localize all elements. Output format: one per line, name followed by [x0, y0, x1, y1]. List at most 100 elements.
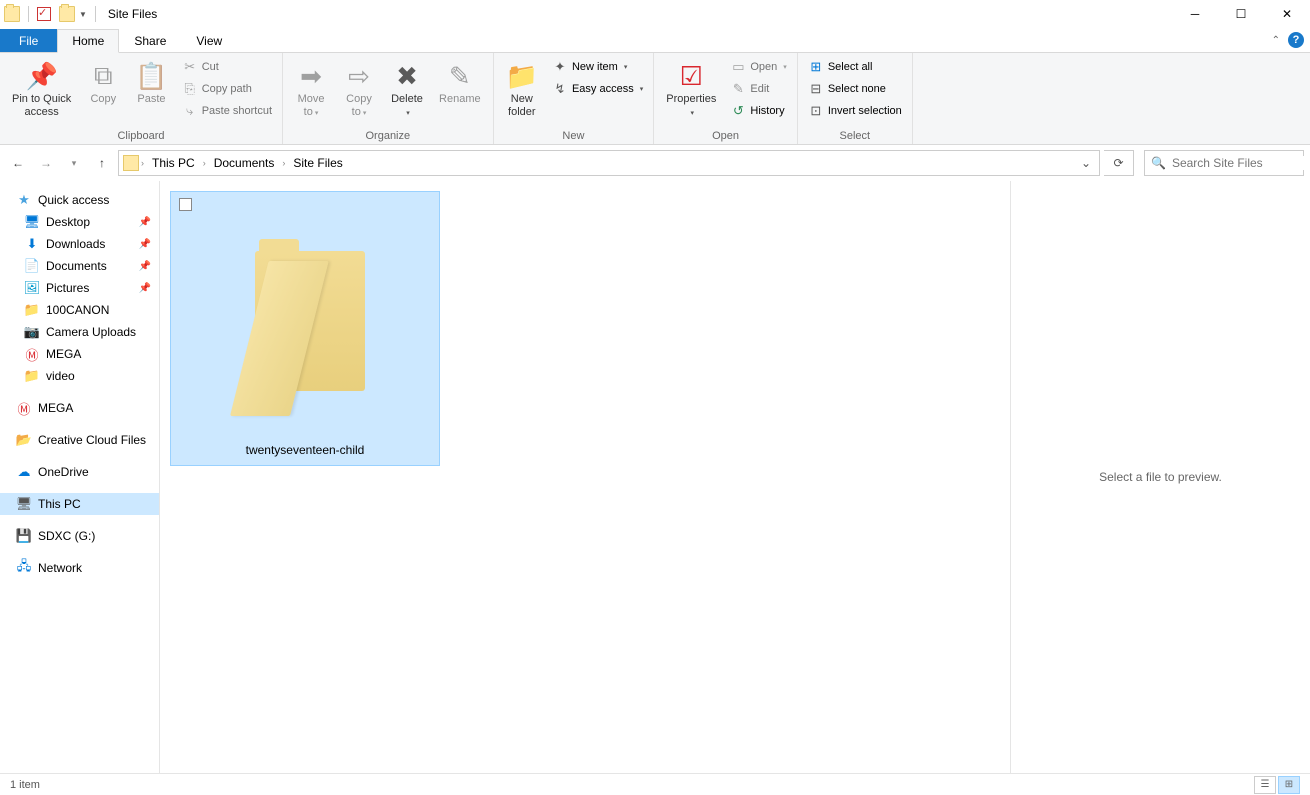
- crumb-sep-icon[interactable]: ›: [203, 158, 206, 168]
- copy-button[interactable]: ⧉ Copy: [81, 57, 125, 108]
- delete-button[interactable]: ✖ Delete▾: [385, 57, 429, 122]
- ribbon-tabs: File Home Share View ⌃ ?: [0, 28, 1310, 53]
- sidebar-pictures[interactable]: 🖼Pictures📌: [0, 277, 159, 299]
- maximize-button[interactable]: ☐: [1218, 0, 1264, 28]
- qat-divider: [28, 6, 29, 22]
- qat-dropdown-icon[interactable]: ▼: [79, 10, 87, 19]
- sidebar-desktop[interactable]: 🖥Desktop📌: [0, 211, 159, 233]
- sidebar-100canon[interactable]: 📁100CANON: [0, 299, 159, 321]
- copy-path-icon: ⎘: [182, 81, 198, 97]
- sidebar-camera-uploads[interactable]: 📷Camera Uploads: [0, 321, 159, 343]
- collapse-ribbon-icon[interactable]: ⌃: [1272, 35, 1280, 46]
- item-checkbox[interactable]: [179, 198, 192, 211]
- navigation-row: ← → ▾ ↑ › This PC › Documents › Site Fil…: [0, 145, 1310, 181]
- recent-locations-button[interactable]: ▾: [62, 151, 86, 175]
- crumb-sep-icon[interactable]: ›: [141, 158, 144, 168]
- copy-path-button[interactable]: ⎘Copy path: [178, 79, 276, 99]
- crumb-sep-icon[interactable]: ›: [282, 158, 285, 168]
- sidebar-video[interactable]: 📁video: [0, 365, 159, 387]
- sidebar-onedrive[interactable]: ☁OneDrive: [0, 461, 159, 483]
- invert-selection-button[interactable]: ⊡Invert selection: [804, 101, 906, 121]
- file-list-pane[interactable]: twentyseventeen-child: [160, 181, 1010, 773]
- desktop-icon: 🖥: [24, 214, 40, 230]
- up-button[interactable]: ↑: [90, 151, 114, 175]
- ribbon-group-organize: ➡ Move to▾ ⇨ Copy to▾ ✖ Delete▾ ✎ Rename…: [283, 53, 494, 144]
- ribbon-group-new: 📁 New folder ✦New item▾ ↯Easy access▾ Ne…: [494, 53, 655, 144]
- pin-icon: 📌: [139, 283, 151, 294]
- properties-qat-icon[interactable]: [37, 7, 51, 21]
- crumb-documents[interactable]: Documents: [208, 154, 281, 172]
- search-input[interactable]: [1172, 156, 1310, 170]
- sidebar-documents[interactable]: 📄Documents📌: [0, 255, 159, 277]
- sidebar-downloads[interactable]: ⬇Downloads📌: [0, 233, 159, 255]
- new-folder-qat-icon[interactable]: [59, 6, 75, 22]
- tab-view[interactable]: View: [181, 29, 237, 52]
- new-folder-button[interactable]: 📁 New folder: [500, 57, 544, 121]
- edit-button[interactable]: ✎Edit: [726, 79, 790, 99]
- forward-button[interactable]: →: [34, 151, 58, 175]
- folder-item[interactable]: twentyseventeen-child: [170, 191, 440, 466]
- sidebar-creative-cloud[interactable]: 📂Creative Cloud Files: [0, 429, 159, 451]
- sidebar-mega[interactable]: ⓂMEGA: [0, 397, 159, 419]
- preview-empty-text: Select a file to preview.: [1099, 470, 1222, 484]
- sidebar-network[interactable]: 🖧Network: [0, 557, 159, 579]
- close-button[interactable]: ✕: [1264, 0, 1310, 28]
- tab-share[interactable]: Share: [119, 29, 181, 52]
- paste-icon: 📋: [135, 59, 167, 93]
- back-button[interactable]: ←: [6, 151, 30, 175]
- open-button[interactable]: ▭Open▾: [726, 57, 790, 77]
- onedrive-icon: ☁: [16, 464, 32, 480]
- copy-icon: ⧉: [94, 59, 113, 93]
- qat-divider-2: [95, 6, 96, 22]
- easy-access-button[interactable]: ↯Easy access▾: [548, 79, 647, 99]
- address-dropdown-icon[interactable]: ⌄: [1077, 154, 1095, 172]
- pin-icon: 📌: [139, 217, 151, 228]
- sidebar-this-pc[interactable]: 🖥This PC: [0, 493, 159, 515]
- select-all-button[interactable]: ⊞Select all: [804, 57, 906, 77]
- select-none-icon: ⊟: [808, 81, 824, 97]
- address-bar[interactable]: › This PC › Documents › Site Files ⌄: [118, 150, 1100, 176]
- new-item-icon: ✦: [552, 59, 568, 75]
- cut-button[interactable]: ✂Cut: [178, 57, 276, 77]
- window-title: Site Files: [108, 7, 157, 21]
- copy-to-button[interactable]: ⇨ Copy to▾: [337, 57, 381, 122]
- crumb-site-files[interactable]: Site Files: [287, 154, 348, 172]
- tab-file[interactable]: File: [0, 29, 57, 52]
- mega-icon: Ⓜ: [16, 400, 32, 416]
- large-folder-icon: [230, 243, 380, 413]
- properties-button[interactable]: ☑ Properties▾: [660, 57, 722, 122]
- sidebar-mega-sub[interactable]: ⓂMEGA: [0, 343, 159, 365]
- minimize-button[interactable]: ─: [1172, 0, 1218, 28]
- paste-shortcut-icon: ⤷: [182, 103, 198, 119]
- paste-shortcut-button[interactable]: ⤷Paste shortcut: [178, 101, 276, 121]
- refresh-button[interactable]: ⟳: [1104, 150, 1134, 176]
- pin-icon: 📌: [139, 261, 151, 272]
- details-view-button[interactable]: ☰: [1254, 776, 1276, 794]
- thumbnails-view-button[interactable]: ⊞: [1278, 776, 1300, 794]
- status-bar: 1 item ☰ ⊞: [0, 773, 1310, 795]
- move-to-button[interactable]: ➡ Move to▾: [289, 57, 333, 122]
- rename-button[interactable]: ✎ Rename: [433, 57, 487, 108]
- search-box[interactable]: 🔍: [1144, 150, 1304, 176]
- paste-button[interactable]: 📋 Paste: [129, 57, 173, 108]
- crumb-this-pc[interactable]: This PC: [146, 154, 201, 172]
- item-count: 1 item: [10, 779, 40, 791]
- sidebar-quick-access[interactable]: ★Quick access: [0, 189, 159, 211]
- quick-access-toolbar: ▼: [4, 6, 102, 22]
- pin-icon: 📌: [25, 59, 57, 93]
- sidebar-sdxc[interactable]: 💾SDXC (G:): [0, 525, 159, 547]
- ribbon: 📌 Pin to Quick access ⧉ Copy 📋 Paste ✂Cu…: [0, 53, 1310, 145]
- tab-home[interactable]: Home: [57, 29, 119, 53]
- history-button[interactable]: ↺History: [726, 101, 790, 121]
- organize-group-label: Organize: [289, 128, 487, 142]
- select-none-button[interactable]: ⊟Select none: [804, 79, 906, 99]
- search-icon: 🔍: [1151, 156, 1166, 170]
- ribbon-group-clipboard: 📌 Pin to Quick access ⧉ Copy 📋 Paste ✂Cu…: [0, 53, 283, 144]
- easy-access-icon: ↯: [552, 81, 568, 97]
- item-filename: twentyseventeen-child: [246, 443, 365, 457]
- navigation-pane: ★Quick access 🖥Desktop📌 ⬇Downloads📌 📄Doc…: [0, 181, 160, 773]
- new-item-button[interactable]: ✦New item▾: [548, 57, 647, 77]
- ribbon-group-select: ⊞Select all ⊟Select none ⊡Invert selecti…: [798, 53, 913, 144]
- help-icon[interactable]: ?: [1288, 32, 1304, 48]
- pin-to-quick-access-button[interactable]: 📌 Pin to Quick access: [6, 57, 77, 121]
